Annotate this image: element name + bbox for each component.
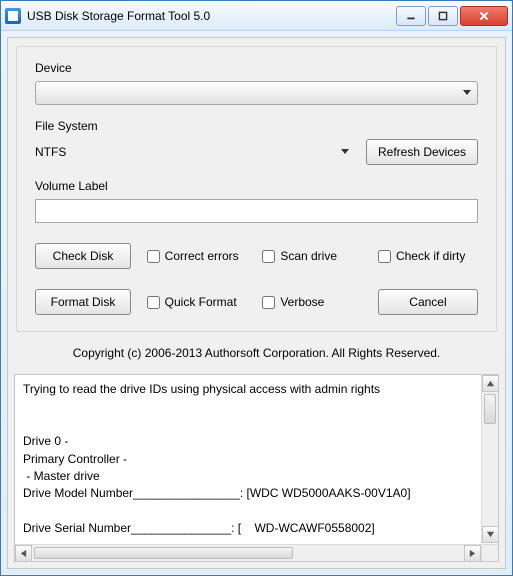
- format-disk-button[interactable]: Format Disk: [35, 289, 131, 315]
- scroll-up-button[interactable]: [482, 375, 499, 392]
- vertical-scrollbar[interactable]: [481, 375, 498, 543]
- app-window: USB Disk Storage Format Tool 5.0 Device: [0, 0, 513, 576]
- cancel-button[interactable]: Cancel: [378, 289, 478, 315]
- quick-format-label: Quick Format: [165, 295, 237, 309]
- scroll-left-button[interactable]: [15, 545, 32, 562]
- log-text: Trying to read the drive IDs using physi…: [15, 375, 480, 543]
- app-icon: [5, 8, 21, 24]
- quick-format-checkbox[interactable]: [147, 296, 160, 309]
- horizontal-scrollbar[interactable]: [15, 544, 481, 561]
- volume-label-label: Volume Label: [35, 179, 478, 193]
- verbose-label: Verbose: [280, 295, 324, 309]
- client-area: Device File System NTFS: [7, 37, 506, 569]
- copyright-text: Copyright (c) 2006-2013 Authorsoft Corpo…: [8, 332, 505, 374]
- vscroll-thumb[interactable]: [484, 394, 496, 424]
- check-if-dirty-checkbox[interactable]: [378, 250, 391, 263]
- scroll-right-button[interactable]: [464, 545, 481, 562]
- quick-format-check[interactable]: Quick Format: [147, 295, 247, 309]
- scan-drive-label: Scan drive: [280, 249, 337, 263]
- file-system-select[interactable]: NTFS: [35, 145, 356, 159]
- window-title: USB Disk Storage Format Tool 5.0: [27, 9, 394, 23]
- check-if-dirty-check[interactable]: Check if dirty: [378, 249, 478, 263]
- device-select[interactable]: [35, 81, 478, 105]
- correct-errors-checkbox[interactable]: [147, 250, 160, 263]
- hscroll-thumb[interactable]: [34, 547, 293, 559]
- main-group: Device File System NTFS: [16, 46, 497, 332]
- file-system-label: File System: [35, 119, 478, 133]
- scroll-down-button[interactable]: [482, 526, 499, 543]
- volume-label-input[interactable]: [35, 199, 478, 223]
- device-label: Device: [35, 61, 478, 75]
- log-panel: Trying to read the drive IDs using physi…: [14, 374, 499, 562]
- minimize-button[interactable]: [396, 6, 426, 26]
- correct-errors-check[interactable]: Correct errors: [147, 249, 247, 263]
- correct-errors-label: Correct errors: [165, 249, 239, 263]
- check-disk-button[interactable]: Check Disk: [35, 243, 131, 269]
- maximize-button[interactable]: [428, 6, 458, 26]
- scroll-corner: [481, 544, 498, 561]
- check-if-dirty-label: Check if dirty: [396, 249, 465, 263]
- verbose-checkbox[interactable]: [262, 296, 275, 309]
- refresh-devices-button[interactable]: Refresh Devices: [366, 139, 478, 165]
- titlebar: USB Disk Storage Format Tool 5.0: [1, 1, 512, 31]
- hscroll-track[interactable]: [32, 545, 464, 561]
- scan-drive-checkbox[interactable]: [262, 250, 275, 263]
- scan-drive-check[interactable]: Scan drive: [262, 249, 362, 263]
- close-button[interactable]: [460, 6, 508, 26]
- vscroll-track[interactable]: [482, 392, 498, 526]
- file-system-selected-value: NTFS: [35, 145, 66, 159]
- verbose-check[interactable]: Verbose: [262, 295, 362, 309]
